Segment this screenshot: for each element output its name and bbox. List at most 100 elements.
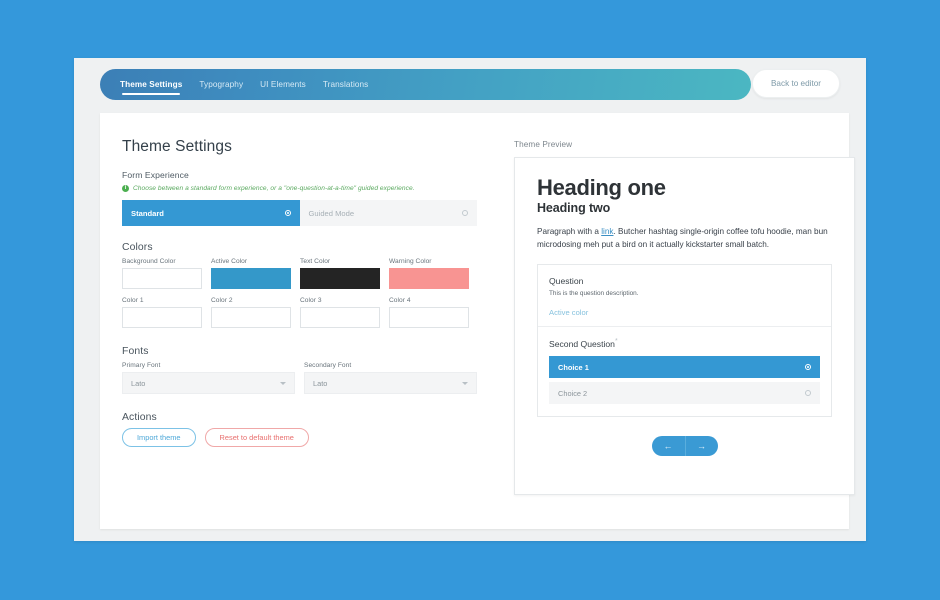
action-button-row: Import theme Reset to default theme xyxy=(122,428,477,447)
colors-heading: Colors xyxy=(122,242,153,253)
theme-preview-panel: Heading one Heading two Paragraph with a… xyxy=(514,157,855,495)
info-icon: i xyxy=(122,185,129,192)
field-label: Background Color xyxy=(122,258,176,265)
fonts-heading: Fonts xyxy=(122,346,149,357)
field-label: Color 4 xyxy=(389,297,411,304)
paragraph-text-before: Paragraph with a xyxy=(537,227,602,237)
field-label: Text Color xyxy=(300,258,331,265)
radio-selected-icon xyxy=(284,210,291,216)
color-swatch-4[interactable] xyxy=(389,307,469,328)
next-arrow-icon[interactable]: → xyxy=(684,436,718,457)
back-to-editor-button[interactable]: Back to editor xyxy=(752,69,840,98)
question-two-title: Second Question* xyxy=(549,338,820,349)
question-one-description: This is the question description. xyxy=(549,289,639,297)
actions-section: Actions Import theme Reset to default th… xyxy=(122,412,477,447)
color-field-active: Active Color xyxy=(211,258,291,289)
option-guided-mode[interactable]: Guided Mode xyxy=(299,200,477,226)
actions-heading: Actions xyxy=(122,412,157,423)
form-experience-section: Form Experience i Choose between a stand… xyxy=(122,170,477,226)
paragraph-link[interactable]: link xyxy=(601,227,613,236)
top-bar: Theme Settings Typography UI Elements Tr… xyxy=(100,69,840,100)
secondary-font-select[interactable]: Lato xyxy=(304,372,477,394)
option-label: Guided Mode xyxy=(308,208,355,218)
content-card: Theme Settings Form Experience i Choose … xyxy=(100,113,855,529)
tab-strip: Theme Settings Typography UI Elements Tr… xyxy=(100,69,751,100)
preview-question-card: Question This is the question descriptio… xyxy=(537,263,832,418)
color-swatch-background[interactable] xyxy=(122,268,202,289)
choice-1[interactable]: Choice 1 xyxy=(549,356,820,379)
radio-selected-icon xyxy=(805,364,811,371)
question-one-block: Question This is the question descriptio… xyxy=(538,265,831,326)
font-field-secondary: Secondary Font Lato xyxy=(304,362,477,394)
field-label: Color 1 xyxy=(122,297,144,304)
field-label: Warning Color xyxy=(389,258,432,265)
field-label: Secondary Font xyxy=(304,362,352,369)
preview-paragraph: Paragraph with a link. Butcher hashtag s… xyxy=(537,226,832,251)
form-experience-help-text: Choose between a standard form experienc… xyxy=(133,185,415,192)
required-marker: * xyxy=(614,337,618,345)
color-field-2: Color 2 xyxy=(211,297,291,328)
chevron-down-icon xyxy=(462,381,468,385)
question-two-label: Second Question xyxy=(549,338,615,349)
color-field-warning: Warning Color xyxy=(389,258,469,289)
color-swatch-text[interactable] xyxy=(300,268,380,289)
theme-preview-label: Theme Preview xyxy=(514,140,573,149)
form-experience-help: i Choose between a standard form experie… xyxy=(122,185,477,192)
field-label: Color 2 xyxy=(211,297,233,304)
question-one-title: Question xyxy=(549,275,584,286)
color-field-3: Color 3 xyxy=(300,297,380,328)
color-swatch-active[interactable] xyxy=(211,268,291,289)
page-title: Theme Settings xyxy=(122,138,232,155)
preview-nav: ← → xyxy=(537,436,832,457)
color-swatch-warning[interactable] xyxy=(389,268,469,289)
tab-typography[interactable]: Typography xyxy=(199,69,243,100)
field-label: Primary Font xyxy=(122,362,161,369)
choice-label: Choice 1 xyxy=(558,362,589,372)
color-field-background: Background Color xyxy=(122,258,202,289)
font-field-primary: Primary Font Lato xyxy=(122,362,295,394)
color-swatch-1[interactable] xyxy=(122,307,202,328)
form-experience-options: Standard Guided Mode xyxy=(122,200,477,226)
choice-2[interactable]: Choice 2 xyxy=(549,382,820,405)
select-value: Lato xyxy=(313,378,328,388)
select-value: Lato xyxy=(131,378,146,388)
import-theme-button[interactable]: Import theme xyxy=(122,428,196,447)
preview-heading-one: Heading one xyxy=(537,175,666,200)
question-one-link[interactable]: Active color xyxy=(549,308,820,317)
color-field-grid: Background Color Active Color Text Color xyxy=(122,258,477,328)
primary-font-select[interactable]: Lato xyxy=(122,372,295,394)
nav-pill: ← → xyxy=(651,436,718,457)
color-swatch-3[interactable] xyxy=(300,307,380,328)
font-field-grid: Primary Font Lato Secondary Font Lato xyxy=(122,362,477,394)
settings-column: Theme Settings Form Experience i Choose … xyxy=(122,138,477,447)
option-standard[interactable]: Standard xyxy=(122,200,300,226)
tab-theme-settings[interactable]: Theme Settings xyxy=(120,69,182,100)
color-field-4: Color 4 xyxy=(389,297,469,328)
radio-unselected-icon xyxy=(462,210,468,216)
preview-heading-two: Heading two xyxy=(537,201,611,216)
tab-ui-elements[interactable]: UI Elements xyxy=(260,69,306,100)
question-two-block: Second Question* Choice 1 Choice 2 xyxy=(538,327,831,417)
preview-column: Theme Preview Heading one Heading two Pa… xyxy=(514,140,855,495)
tab-label: Typography xyxy=(199,80,244,89)
page-background: Theme Settings Typography UI Elements Tr… xyxy=(0,0,940,600)
color-field-1: Color 1 xyxy=(122,297,202,328)
chevron-down-icon xyxy=(280,381,286,385)
radio-unselected-icon xyxy=(805,390,811,397)
fonts-section: Fonts Primary Font Lato Secondary Font L… xyxy=(122,346,477,394)
tab-label: Translations xyxy=(322,80,369,89)
colors-section: Colors Background Color Active Color Tex… xyxy=(122,242,477,328)
tab-label: Theme Settings xyxy=(120,80,183,89)
app-frame: Theme Settings Typography UI Elements Tr… xyxy=(74,58,866,541)
choice-label: Choice 2 xyxy=(558,388,588,398)
field-label: Color 3 xyxy=(300,297,322,304)
tab-translations[interactable]: Translations xyxy=(323,69,369,100)
option-label: Standard xyxy=(131,208,164,218)
color-field-text: Text Color xyxy=(300,258,380,289)
field-label: Active Color xyxy=(211,258,248,265)
tab-label: UI Elements xyxy=(260,80,306,89)
reset-theme-button[interactable]: Reset to default theme xyxy=(204,428,309,447)
previous-arrow-icon[interactable]: ← xyxy=(652,436,685,456)
color-swatch-2[interactable] xyxy=(211,307,291,328)
form-experience-heading: Form Experience xyxy=(122,170,189,180)
